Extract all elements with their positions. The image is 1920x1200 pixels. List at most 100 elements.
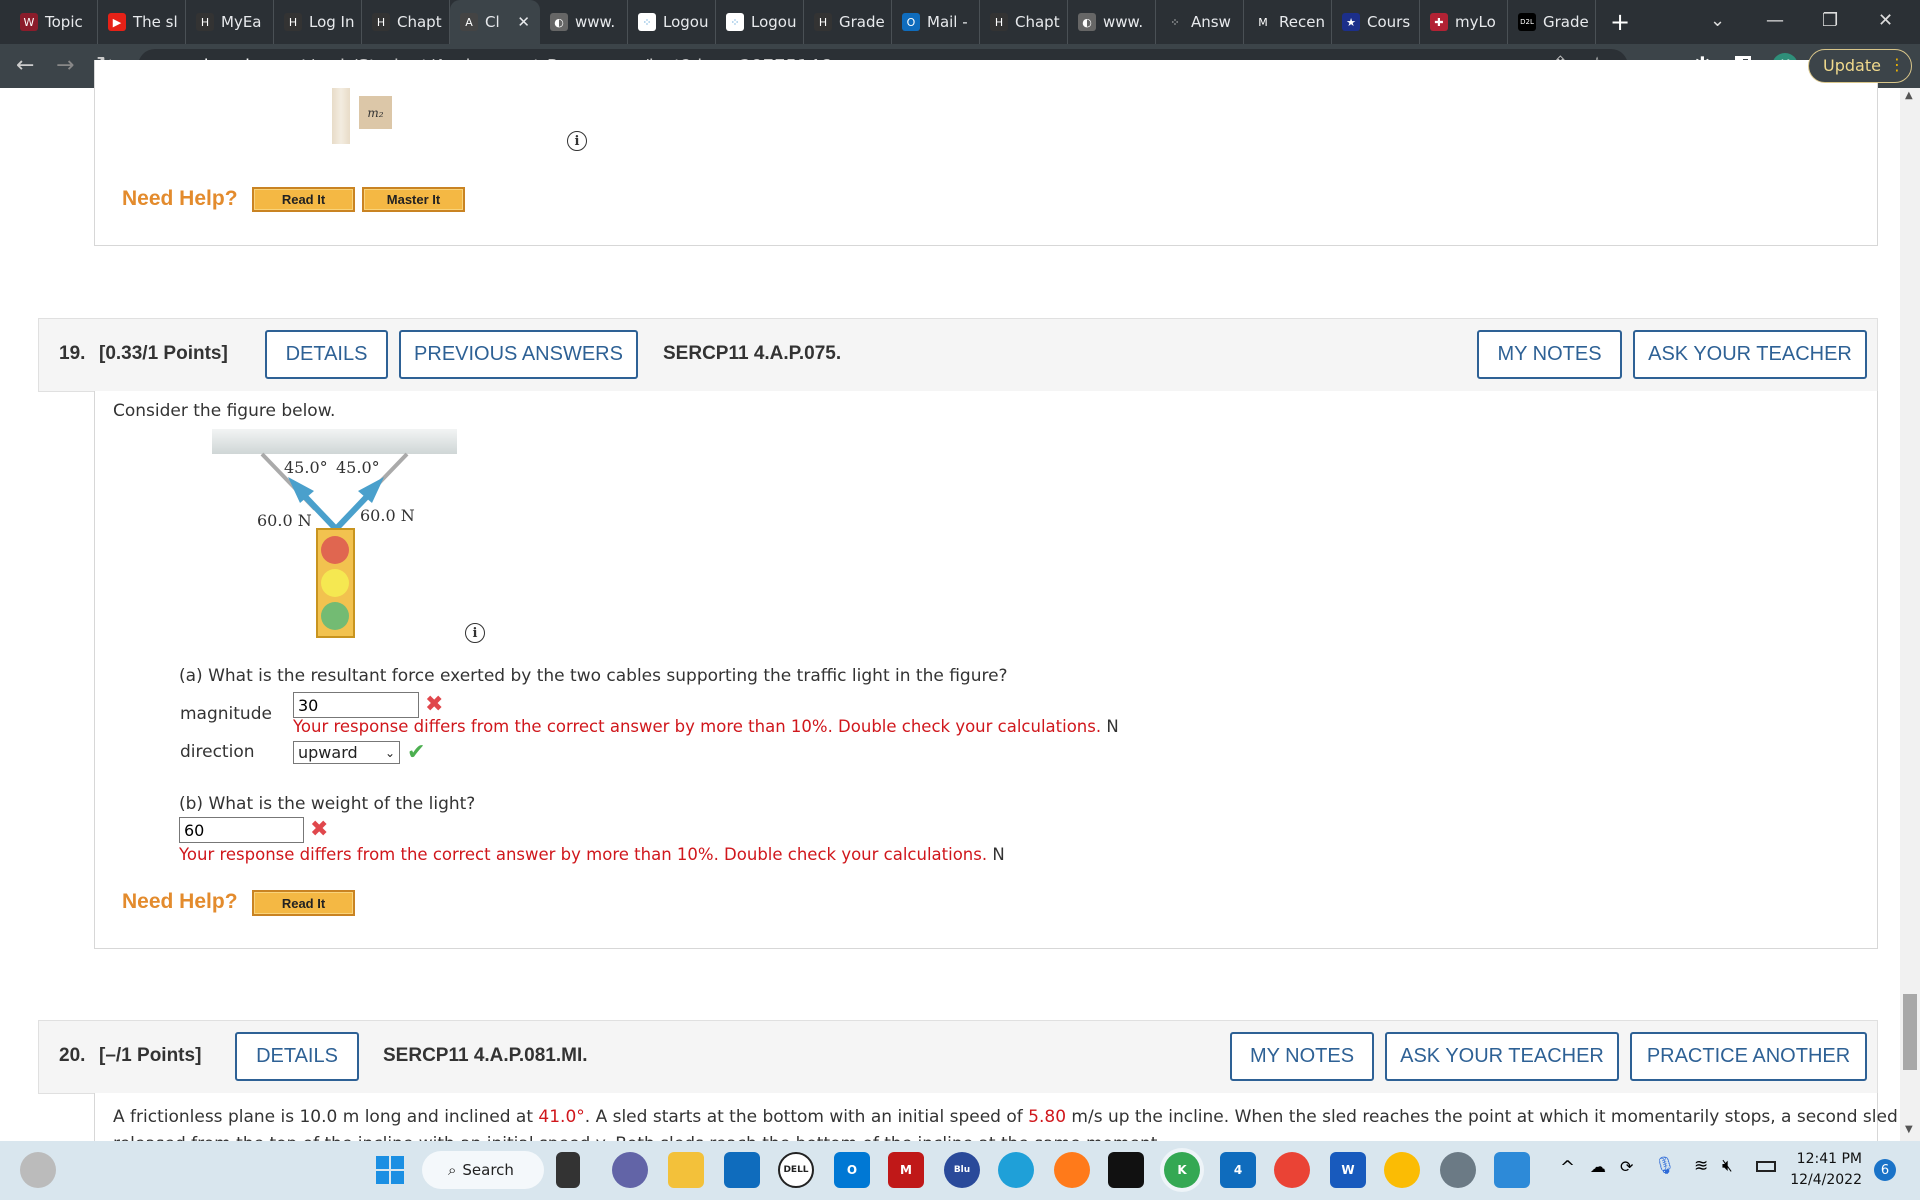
my-notes-button[interactable]: MY NOTES xyxy=(1230,1032,1374,1081)
bluray-icon[interactable]: Blu xyxy=(944,1152,980,1188)
unit-label: N xyxy=(992,845,1005,864)
ceiling xyxy=(212,429,457,454)
correct-check-icon: ✔ xyxy=(407,740,426,765)
microphone-icon[interactable]: 🎙︎ xyxy=(1654,1156,1676,1176)
tab-search-icon[interactable]: ⌄ xyxy=(1710,10,1725,31)
tab-favicon-icon: ✚ xyxy=(1430,13,1448,31)
clock[interactable]: 12:41 PM 12/4/2022 xyxy=(1790,1149,1862,1191)
chrome-icon-active[interactable]: K xyxy=(1164,1152,1200,1188)
edge-icon[interactable] xyxy=(998,1152,1034,1188)
taskbar-search[interactable]: ⌕ Search xyxy=(422,1151,544,1189)
weight-input[interactable] xyxy=(179,817,304,843)
browser-tab[interactable]: O Mail - xyxy=(892,0,980,44)
details-button[interactable]: DETAILS xyxy=(235,1032,359,1081)
browser-tab[interactable]: ◐ www. xyxy=(540,0,628,44)
yellow-light xyxy=(321,569,349,597)
mcafee-icon[interactable]: M xyxy=(888,1152,924,1188)
angle-right-label: 45.0° xyxy=(336,458,380,477)
question-points: [–/1 Points] xyxy=(99,1045,202,1066)
direction-value: upward xyxy=(298,743,358,762)
update-button[interactable]: Update ⋮ xyxy=(1808,49,1912,83)
forward-icon[interactable]: → xyxy=(56,53,74,78)
browser-tab[interactable]: M Recen xyxy=(1244,0,1332,44)
tab-favicon-icon: H xyxy=(196,13,214,31)
tab-favicon-icon: A xyxy=(460,13,478,31)
minimize-icon[interactable]: — xyxy=(1766,10,1784,31)
new-tab-button[interactable]: + xyxy=(1610,8,1630,36)
browser-tab[interactable]: H Log In xyxy=(274,0,362,44)
browser-tab[interactable]: ⁘ Logou xyxy=(716,0,804,44)
close-tab-icon[interactable]: ✕ xyxy=(517,13,530,31)
info-icon[interactable]: i xyxy=(465,623,485,643)
tab-label: Grade xyxy=(1543,13,1589,31)
magnitude-input[interactable] xyxy=(293,692,419,718)
tab-favicon-icon: H xyxy=(284,13,302,31)
sync-icon[interactable]: ⟳ xyxy=(1620,1157,1633,1176)
browser-tab[interactable]: ◐ www. xyxy=(1068,0,1156,44)
browser-tab[interactable]: H Grade xyxy=(804,0,892,44)
master-it-button[interactable]: Master It xyxy=(362,187,465,212)
date: 12/4/2022 xyxy=(1790,1172,1862,1188)
part-b-question: (b) What is the weight of the light? xyxy=(179,794,476,814)
task-view-icon[interactable] xyxy=(556,1152,580,1188)
info-icon[interactable]: i xyxy=(567,131,587,151)
tray-chevron-up-icon[interactable]: ^ xyxy=(1560,1157,1575,1178)
chrome-profile-icon[interactable] xyxy=(1384,1152,1420,1188)
chrome-icon[interactable] xyxy=(1274,1152,1310,1188)
read-it-button[interactable]: Read It xyxy=(252,187,355,212)
firefox-icon[interactable] xyxy=(1054,1152,1090,1188)
direction-select[interactable]: upward ⌄ xyxy=(293,741,400,764)
browser-tab[interactable]: ⁘ Logou xyxy=(628,0,716,44)
settings-icon[interactable] xyxy=(1440,1152,1476,1188)
tab-favicon-icon: ▶ xyxy=(108,13,126,31)
volume-muted-icon[interactable]: 🔇︎ xyxy=(1722,1156,1733,1176)
browser-tab[interactable]: H Chapt xyxy=(362,0,450,44)
dell-icon[interactable]: DELL xyxy=(778,1152,814,1188)
browser-tab[interactable]: W Topic xyxy=(10,0,98,44)
ask-your-teacher-button[interactable]: ASK YOUR TEACHER xyxy=(1633,330,1867,379)
previous-answers-button[interactable]: PREVIOUS ANSWERS xyxy=(399,330,638,379)
notification-badge[interactable]: 6 xyxy=(1874,1159,1896,1181)
read-it-button[interactable]: Read It xyxy=(252,890,355,916)
browser-tab[interactable]: ▶ The sl xyxy=(98,0,186,44)
browser-tab[interactable]: ★ Cours xyxy=(1332,0,1420,44)
close-window-icon[interactable]: ✕ xyxy=(1878,10,1893,31)
browser-tab[interactable]: A Cl ✕ xyxy=(450,0,540,44)
tab-label: Mail - xyxy=(927,13,968,31)
browser-tab[interactable]: H Chapt xyxy=(980,0,1068,44)
teams-icon[interactable] xyxy=(612,1152,648,1188)
scrollbar-thumb[interactable] xyxy=(1903,994,1917,1070)
scroll-up-icon[interactable]: ▲ xyxy=(1905,90,1913,101)
scroll-down-icon[interactable]: ▼ xyxy=(1905,1124,1913,1135)
my-notes-button[interactable]: MY NOTES xyxy=(1477,330,1622,379)
browser-tab[interactable]: D2L Grade xyxy=(1508,0,1596,44)
weather-icon[interactable] xyxy=(20,1152,56,1188)
angle-value: 41.0° xyxy=(538,1107,585,1127)
mail-icon[interactable]: 4 xyxy=(1220,1152,1256,1188)
back-icon[interactable]: ← xyxy=(16,53,34,78)
restore-icon[interactable]: ❐ xyxy=(1822,10,1838,31)
word-icon[interactable]: W xyxy=(1330,1152,1366,1188)
browser-tab[interactable]: H MyEa xyxy=(186,0,274,44)
need-help-label: Need Help? xyxy=(122,890,238,913)
start-icon[interactable] xyxy=(372,1152,408,1188)
photos-icon[interactable] xyxy=(1494,1152,1530,1188)
practice-another-button[interactable]: PRACTICE ANOTHER xyxy=(1630,1032,1867,1081)
magnitude-label: magnitude xyxy=(180,704,272,724)
time: 12:41 PM xyxy=(1796,1151,1862,1167)
chevron-down-icon: ⌄ xyxy=(384,745,395,760)
browser-tab[interactable]: ⁘ Answ xyxy=(1156,0,1244,44)
file-explorer-icon[interactable] xyxy=(668,1152,704,1188)
webex-icon[interactable] xyxy=(1108,1152,1144,1188)
wifi-icon[interactable]: ≋ xyxy=(1694,1156,1708,1176)
details-button[interactable]: DETAILS xyxy=(265,330,388,379)
cortana-icon[interactable]: O xyxy=(834,1152,870,1188)
onedrive-icon[interactable]: ☁ xyxy=(1590,1157,1606,1176)
ask-your-teacher-button[interactable]: ASK YOUR TEACHER xyxy=(1385,1032,1619,1081)
store-icon[interactable] xyxy=(724,1152,760,1188)
browser-tab[interactable]: ✚ myLo xyxy=(1420,0,1508,44)
error-text: Your response differs from the correct a… xyxy=(293,717,1102,736)
battery-icon[interactable] xyxy=(1756,1161,1776,1172)
text: A frictionless plane is 10.0 m long and … xyxy=(113,1107,539,1127)
page-scrollbar[interactable]: ▲ ▼ xyxy=(1900,88,1920,1141)
